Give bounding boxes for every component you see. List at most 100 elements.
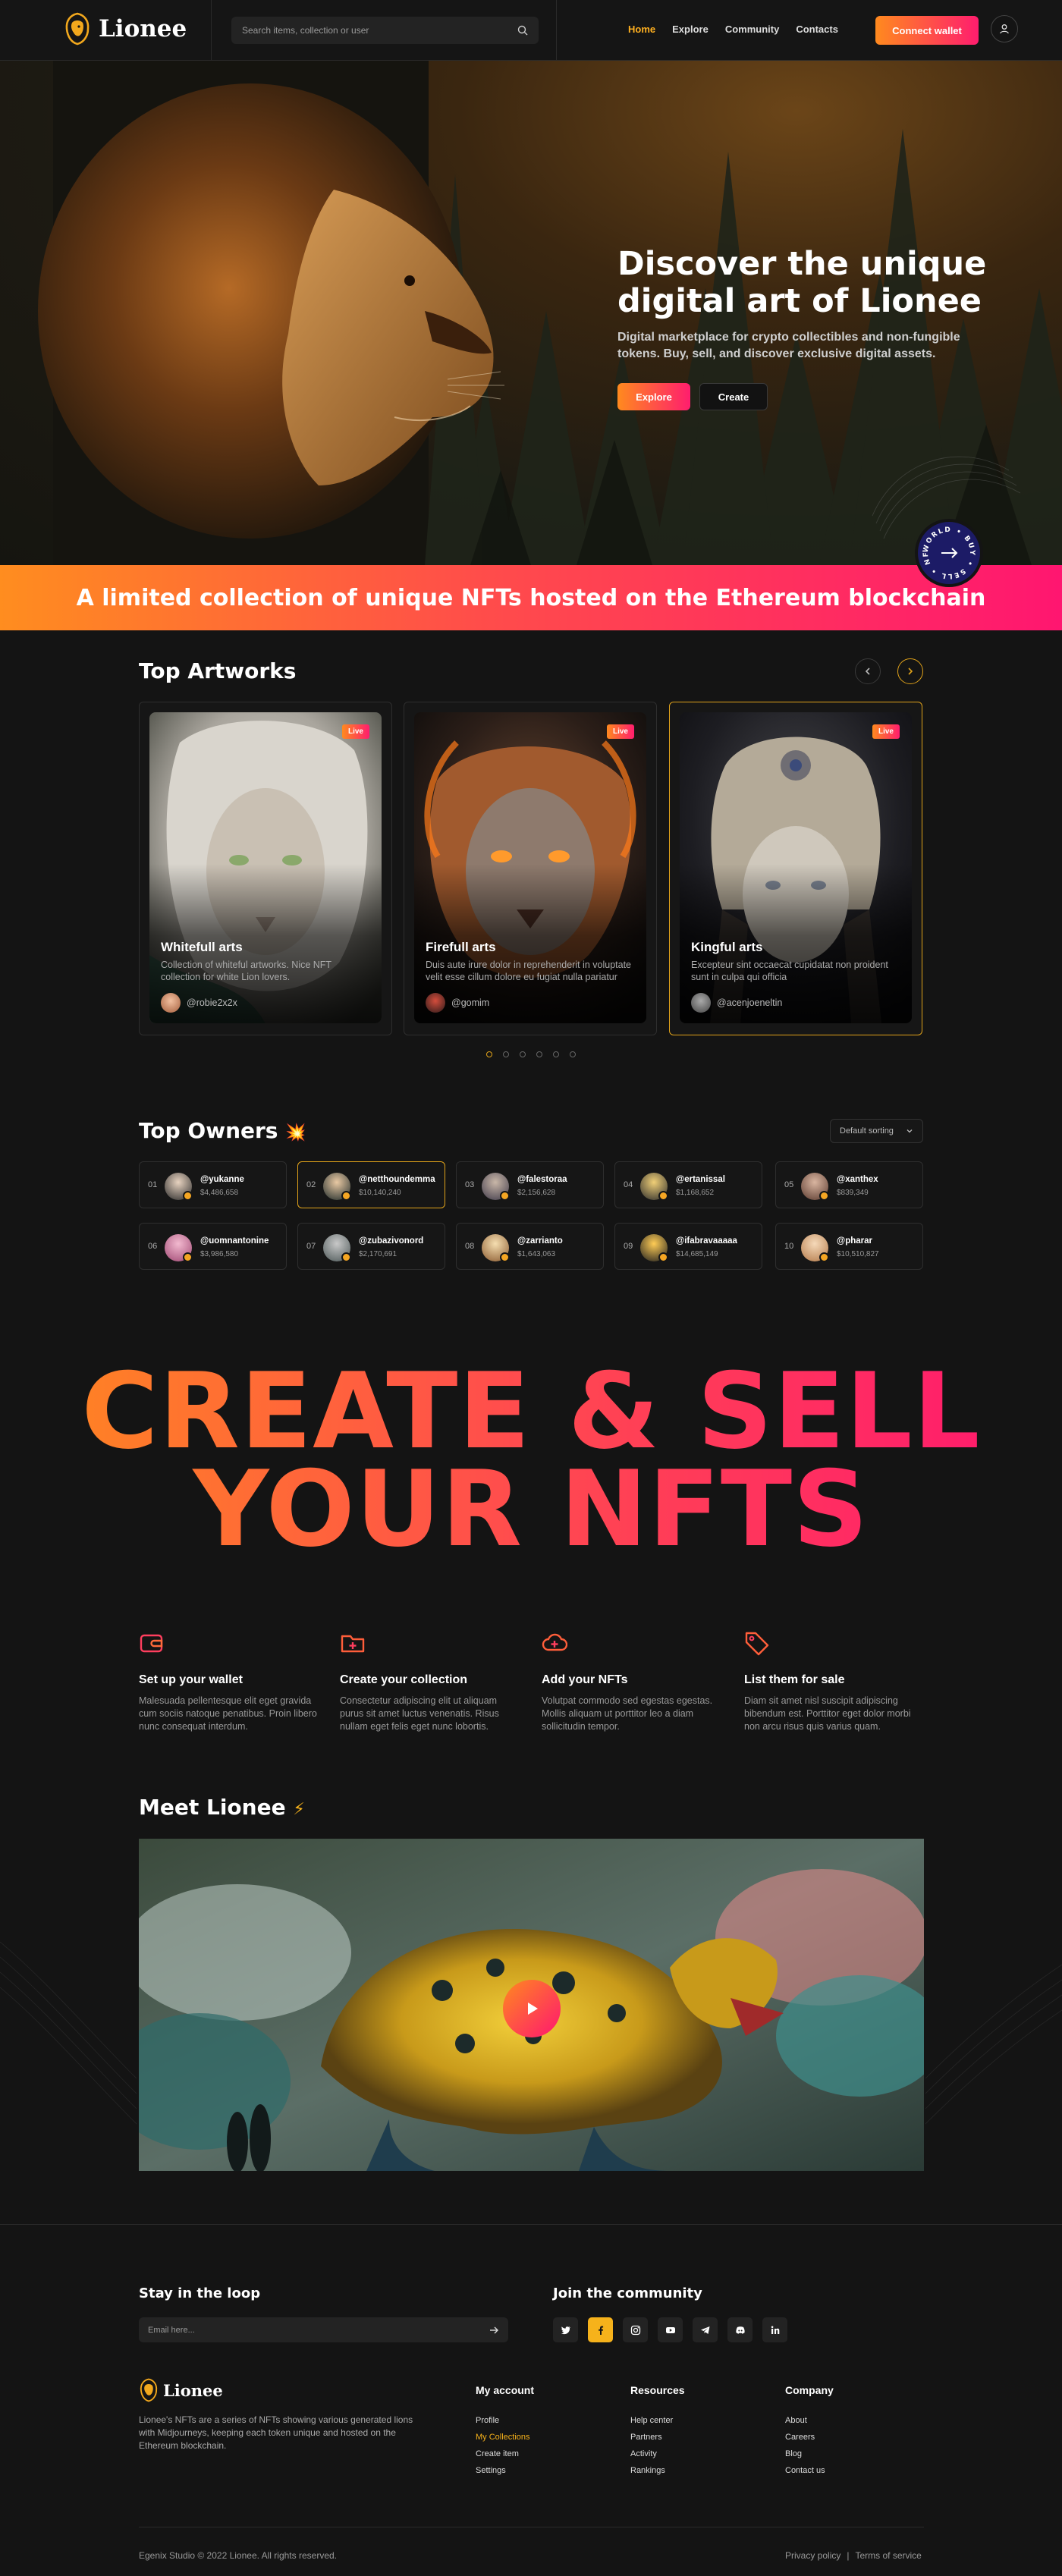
youtube-button[interactable] (658, 2317, 683, 2342)
create-button[interactable]: Create (699, 383, 768, 410)
avatar (691, 993, 711, 1013)
meet-lionee-heading: Meet Lionee ⚡ (139, 1795, 305, 1820)
footer-link[interactable]: Careers (785, 2433, 815, 2442)
owner-card[interactable]: 03 @falestoraa $2,156,628 (456, 1161, 604, 1208)
footer-link[interactable]: My Collections (476, 2433, 530, 2442)
artwork-image[interactable]: Live Whitefull arts Collection of whitef… (149, 712, 382, 1023)
pagination-dot[interactable] (570, 1051, 576, 1057)
owner-card[interactable]: 07 @zubazivonord $2,170,691 (297, 1223, 445, 1270)
artwork-card[interactable]: Live Firefull arts Duis aute irure dolor… (404, 702, 657, 1035)
main-nav: Home Explore Community Contacts (628, 24, 838, 35)
artwork-title[interactable]: Whitefull arts (161, 940, 243, 955)
pagination-dot[interactable] (536, 1051, 542, 1057)
footer-link[interactable]: About (785, 2416, 807, 2425)
next-arrow-button[interactable] (897, 658, 923, 684)
terms-link[interactable]: Terms of service (855, 2550, 921, 2561)
owner-card[interactable]: 06 @uomnantonine $3,986,580 (139, 1223, 287, 1270)
verified-icon (658, 1252, 668, 1262)
telegram-button[interactable] (693, 2317, 718, 2342)
owner-card[interactable]: 10 @pharar $10,510,827 (775, 1223, 923, 1270)
owner-rank: 09 (624, 1242, 633, 1251)
pagination-dot[interactable] (503, 1051, 509, 1057)
newsletter-form[interactable] (139, 2317, 508, 2342)
rotating-badge[interactable]: WORLD • BUY • SELL • NFT • (915, 517, 983, 587)
pagination-dot[interactable] (553, 1051, 559, 1057)
footer-link[interactable]: Profile (476, 2416, 499, 2425)
connect-wallet-button[interactable]: Connect wallet (875, 16, 979, 45)
discord-icon (735, 2326, 745, 2334)
email-input[interactable] (148, 2325, 489, 2335)
facebook-button[interactable] (588, 2317, 613, 2342)
owner-name: @pharar (837, 1236, 873, 1246)
artwork-title[interactable]: Kingful arts (691, 940, 762, 955)
owner-card[interactable]: 01 @yukanne $4,486,658 (139, 1161, 287, 1208)
twitter-button[interactable] (553, 2317, 578, 2342)
artwork-owner[interactable]: @acenjoeneltin (691, 993, 782, 1013)
hero-subtitle: Digital marketplace for crypto collectib… (617, 331, 960, 360)
profile-button[interactable] (991, 15, 1018, 42)
search-bar[interactable] (231, 17, 539, 44)
nav-community[interactable]: Community (725, 24, 780, 35)
live-badge: Live (341, 724, 369, 739)
nav-explore[interactable]: Explore (672, 24, 709, 35)
nav-contacts[interactable]: Contacts (796, 24, 838, 35)
nav-home[interactable]: Home (628, 24, 655, 35)
explore-button[interactable]: Explore (617, 383, 690, 410)
owner-name: @ifabravaaaaa (676, 1236, 737, 1246)
live-badge: Live (872, 724, 900, 739)
logo[interactable]: Lionee (64, 12, 187, 46)
logo-text: Lionee (99, 15, 187, 42)
owner-card[interactable]: 05 @xanthex $839,349 (775, 1161, 923, 1208)
owner-rank: 08 (465, 1242, 475, 1251)
artwork-owner[interactable]: @gomim (426, 993, 489, 1013)
price-tag-icon (745, 1632, 769, 1656)
owner-card[interactable]: 09 @ifabravaaaaa $14,685,149 (614, 1223, 762, 1270)
owner-card[interactable]: 08 @zarrianto $1,643,063 (456, 1223, 604, 1270)
owner-card[interactable]: 02 @netthoundemma $10,140,240 (297, 1161, 445, 1208)
owner-rank: 10 (784, 1242, 794, 1251)
owner-card[interactable]: 04 @ertanissal $1,168,652 (614, 1161, 762, 1208)
privacy-link[interactable]: Privacy policy (785, 2550, 840, 2561)
instagram-button[interactable] (623, 2317, 648, 2342)
play-button[interactable] (503, 1980, 561, 2037)
artwork-description: Collection of whiteful artworks. Nice NF… (161, 960, 331, 982)
artwork-image[interactable]: Live Firefull arts Duis aute irure dolor… (414, 712, 646, 1023)
pagination-dot[interactable] (486, 1051, 492, 1057)
lightning-icon: ⚡ (293, 1800, 305, 1819)
prev-arrow-button[interactable] (855, 658, 881, 684)
linkedin-button[interactable] (762, 2317, 787, 2342)
footer-link[interactable]: Create item (476, 2449, 519, 2458)
owner-name: @falestoraa (517, 1175, 567, 1184)
footer-link[interactable]: Activity (630, 2449, 657, 2458)
footer-link[interactable]: Settings (476, 2466, 506, 2475)
live-badge: Live (606, 724, 634, 739)
legal-separator: | (847, 2550, 850, 2561)
search-input[interactable] (242, 25, 517, 36)
arrow-right-icon[interactable] (489, 2325, 499, 2336)
carousel-pagination (486, 1051, 576, 1057)
artwork-card[interactable]: Live Whitefull arts Collection of whitef… (139, 702, 392, 1035)
artwork-image[interactable]: Live Kingful arts Excepteur sint occaeca… (680, 712, 912, 1023)
owner-rank: 03 (465, 1180, 475, 1189)
footer-link[interactable]: Rankings (630, 2466, 665, 2475)
sort-dropdown[interactable]: Default sorting (830, 1119, 923, 1143)
video-player[interactable] (139, 1839, 924, 2171)
footer-link[interactable]: Partners (630, 2433, 662, 2442)
footer-logo[interactable]: Lionee (139, 2378, 223, 2402)
search-icon[interactable] (517, 25, 528, 36)
footer-link[interactable]: Help center (630, 2416, 673, 2425)
chevron-right-icon (908, 668, 913, 675)
artwork-title[interactable]: Firefull arts (426, 940, 496, 955)
owner-value: $1,643,063 (517, 1250, 556, 1258)
verified-icon (183, 1252, 193, 1262)
artwork-card[interactable]: Live Kingful arts Excepteur sint occaeca… (669, 702, 922, 1035)
owner-name: @uomnantonine (200, 1236, 269, 1246)
discord-button[interactable] (727, 2317, 753, 2342)
pagination-dot[interactable] (520, 1051, 526, 1057)
step-title: Add your NFTs (542, 1673, 628, 1686)
owner-value: $10,510,827 (837, 1250, 879, 1258)
play-icon (528, 2003, 538, 2015)
footer-link[interactable]: Contact us (785, 2466, 825, 2475)
footer-link[interactable]: Blog (785, 2449, 802, 2458)
artwork-owner[interactable]: @robie2x2x (161, 993, 237, 1013)
